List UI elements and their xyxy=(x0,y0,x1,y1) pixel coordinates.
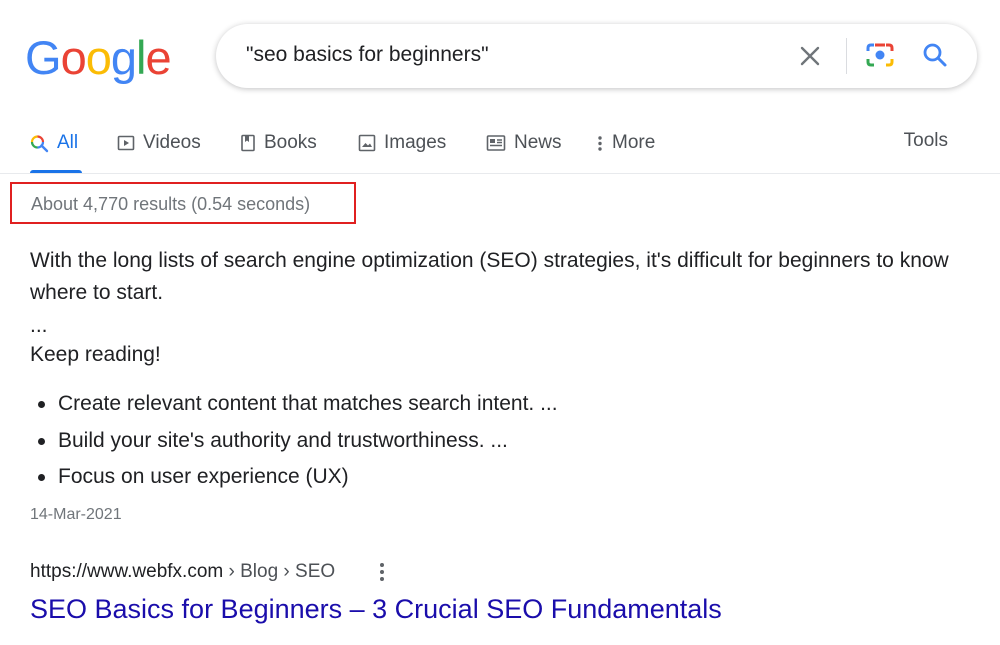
search-submit-button[interactable] xyxy=(918,38,952,72)
newspaper-icon xyxy=(486,134,506,152)
logo-letter: o xyxy=(85,31,112,84)
search-tabs: All Videos Books Images News More xyxy=(30,130,970,174)
search-multicolor-icon xyxy=(30,134,49,153)
result-domain: https://www.webfx.com xyxy=(30,561,224,582)
more-vert-icon xyxy=(380,563,384,581)
close-icon xyxy=(800,46,820,66)
tab-label: Books xyxy=(264,132,317,153)
play-icon xyxy=(117,134,135,152)
tab-news[interactable]: News xyxy=(486,130,562,156)
clear-search-button[interactable] xyxy=(794,40,826,72)
logo-letter: g xyxy=(110,31,137,84)
header-divider xyxy=(0,173,1000,174)
logo-letter: e xyxy=(145,31,171,84)
google-logo[interactable]: Google xyxy=(25,30,172,86)
result-options-button[interactable] xyxy=(372,560,392,584)
search-icon xyxy=(923,43,947,67)
logo-letter: o xyxy=(60,31,87,84)
search-input[interactable] xyxy=(246,43,766,67)
list-item: Build your site's authority and trustwor… xyxy=(30,423,558,460)
result-title-link[interactable]: SEO Basics for Beginners – 3 Crucial SEO… xyxy=(30,594,722,625)
camera-lens-icon xyxy=(866,43,894,67)
search-divider xyxy=(846,38,847,74)
result-stats: About 4,770 results (0.54 seconds) xyxy=(31,194,311,214)
tab-images[interactable]: Images xyxy=(358,130,446,156)
tab-label: Images xyxy=(384,132,447,153)
tab-all[interactable]: All xyxy=(30,130,78,156)
book-icon xyxy=(240,134,256,152)
image-icon xyxy=(358,134,376,152)
tab-more[interactable]: More xyxy=(596,130,655,156)
snippet-ellipsis: ... xyxy=(30,314,48,337)
more-vert-icon xyxy=(596,134,604,152)
featured-snippet-text: With the long lists of search engine opt… xyxy=(30,249,949,304)
tab-label: More xyxy=(612,132,656,153)
tab-videos[interactable]: Videos xyxy=(117,130,201,156)
tab-label: All xyxy=(57,132,79,153)
result-url-breadcrumb[interactable]: https://www.webfx.com › Blog › SEO xyxy=(30,561,335,583)
logo-letter: l xyxy=(135,31,147,84)
tools-button[interactable]: Tools xyxy=(904,130,948,152)
search-by-image-button[interactable] xyxy=(863,38,897,72)
result-path: › Blog › SEO xyxy=(223,561,336,582)
tab-label: Videos xyxy=(143,132,201,153)
search-box xyxy=(216,24,977,88)
keep-reading-text: Keep reading! xyxy=(30,343,161,366)
tab-label: News xyxy=(514,132,562,153)
snippet-date: 14-Mar-2021 xyxy=(30,506,122,523)
list-item: Focus on user experience (UX) xyxy=(30,459,558,496)
logo-letter: G xyxy=(25,31,62,84)
list-item: Create relevant content that matches sea… xyxy=(30,386,558,423)
tab-books[interactable]: Books xyxy=(240,130,317,156)
snippet-list: Create relevant content that matches sea… xyxy=(30,386,558,496)
